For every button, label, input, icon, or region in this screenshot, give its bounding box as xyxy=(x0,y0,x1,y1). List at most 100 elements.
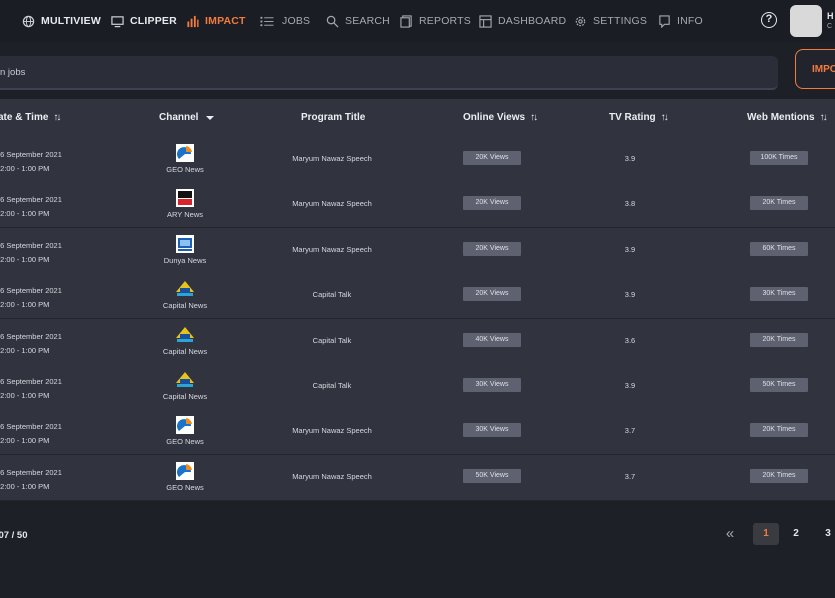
table-row[interactable]: 16 September 2021 12:00 - 1:00 PM Capital … xyxy=(0,273,835,320)
dashboard-icon xyxy=(479,14,492,28)
table-row[interactable]: 16 September 2021 12:00 - 1:00 PM Capital … xyxy=(0,318,835,365)
time-cell: 12:00 - 1:00 PM xyxy=(0,254,50,264)
list-icon xyxy=(260,16,274,26)
header-channel[interactable]: Channel xyxy=(159,99,215,137)
sort-icon[interactable]: ↑↓ xyxy=(820,99,828,137)
channel-name: Dunya News xyxy=(163,255,207,265)
date-cell: 16 September 2021 xyxy=(0,377,62,386)
program-title-cell: Maryum Nawaz Speech xyxy=(292,154,372,163)
channel-name: GEO News xyxy=(166,437,204,447)
table-row[interactable]: 16 September 2021 12:00 - 1:00 PM Dunya Ne… xyxy=(0,227,835,274)
header-label: Channel xyxy=(159,112,199,123)
import-button[interactable]: IMPO xyxy=(795,49,835,89)
nav-clipper[interactable]: CLIPPER xyxy=(111,14,177,28)
mentions-badge: 50K Times xyxy=(750,378,808,392)
date-cell: 16 September 2021 xyxy=(0,240,62,250)
mentions-badge: 30K Times xyxy=(750,287,808,302)
channel-cell: ARY News xyxy=(160,189,210,219)
views-badge: 20K Views xyxy=(463,241,521,256)
nav-info[interactable]: INFO xyxy=(658,14,703,28)
nav-search[interactable]: SEARCH xyxy=(326,14,390,28)
channel-name: ARY News xyxy=(167,210,203,220)
channel-name: GEO News xyxy=(166,165,204,174)
program-title-cell: Maryum Nawaz Speech xyxy=(292,426,372,436)
avatar[interactable] xyxy=(790,5,822,37)
search-icon xyxy=(326,15,339,27)
views-badge: 20K Views xyxy=(463,196,521,211)
nav-label: SETTINGS xyxy=(593,15,648,27)
table-row[interactable]: 16 September 2021 12:00 - 1:00 PM Capital … xyxy=(0,364,835,410)
page-button-2[interactable]: 2 xyxy=(783,523,809,545)
time-cell: 12:00 - 1:00 PM xyxy=(0,164,50,173)
search-input[interactable] xyxy=(0,56,778,88)
header-datetime[interactable]: ate & Time ↑↓ xyxy=(0,99,61,137)
views-badge: 30K Views xyxy=(463,423,521,438)
header-mentions[interactable]: Web Mentions ↑↓ xyxy=(747,99,828,137)
time-cell: 12:00 - 1:00 PM xyxy=(0,391,50,400)
header-label: Web Mentions xyxy=(747,112,815,123)
nav-dashboard[interactable]: DASHBOARD xyxy=(479,14,566,28)
chevron-down-icon[interactable] xyxy=(206,116,215,120)
rating-cell: 3.8 xyxy=(624,199,636,209)
header-views[interactable]: Online Views ↑↓ xyxy=(463,99,538,137)
channel-name: Capital News xyxy=(162,301,208,311)
table-row[interactable]: 16 September 2021 12:00 - 1:00 PM GEO News… xyxy=(0,137,835,183)
page-prev-icon[interactable]: « xyxy=(722,524,738,544)
page-button-3[interactable]: 3 xyxy=(815,523,835,545)
date-cell: 16 September 2021 xyxy=(0,331,62,341)
bar-chart-icon xyxy=(187,15,199,27)
header-label: Program Title xyxy=(301,112,366,123)
table-row[interactable]: 16 September 2021 12:00 - 1:00 PM GEO News… xyxy=(0,409,835,456)
channel-logo xyxy=(160,416,210,435)
sort-icon[interactable]: ↑↓ xyxy=(53,99,61,137)
header-label: Online Views xyxy=(463,112,526,123)
nav-jobs[interactable]: JOBS xyxy=(258,14,310,28)
header-label: ate & Time xyxy=(0,112,49,123)
program-title-cell: Maryum Nawaz Speech xyxy=(292,199,372,209)
channel-cell: Dunya News xyxy=(160,234,210,265)
time-cell: 12:00 - 1:00 PM xyxy=(0,209,50,219)
help-icon[interactable]: ? xyxy=(761,12,777,28)
nav-label: SEARCH xyxy=(345,15,390,27)
showing-count: g 07 / 50 xyxy=(0,530,28,541)
time-cell: 12:00 - 1:00 PM xyxy=(0,481,50,491)
channel-logo xyxy=(160,326,210,344)
channel-logo xyxy=(160,461,210,480)
channel-name: Capital News xyxy=(162,392,208,401)
search-bar xyxy=(0,56,778,90)
monitor-icon xyxy=(111,15,124,27)
sort-icon[interactable]: ↑↓ xyxy=(530,99,538,137)
time-cell: 12:00 - 1:00 PM xyxy=(0,436,50,446)
views-badge: 40K Views xyxy=(463,332,521,347)
mentions-badge: 20K Times xyxy=(750,332,808,347)
mentions-badge: 100K Times xyxy=(750,151,808,165)
nav-impact[interactable]: IMPACT xyxy=(186,14,246,28)
table-row[interactable]: 16 September 2021 12:00 - 1:00 PM ARY News… xyxy=(0,182,835,229)
channel-logo xyxy=(160,144,210,162)
time-cell: 12:00 - 1:00 PM xyxy=(0,300,50,310)
rating-cell: 3.7 xyxy=(624,471,636,481)
date-cell: 16 September 2021 xyxy=(0,467,62,477)
time-cell: 12:00 - 1:00 PM xyxy=(0,345,50,355)
user-role: C xyxy=(827,23,833,30)
nav-multiview[interactable]: MULTIVIEW xyxy=(22,14,101,28)
page-button-1[interactable]: 1 xyxy=(753,523,779,545)
mentions-badge: 60K Times xyxy=(750,241,808,256)
nav-reports[interactable]: REPORTS xyxy=(400,14,471,28)
date-cell: 16 September 2021 xyxy=(0,422,62,432)
rating-cell: 3.9 xyxy=(624,244,636,254)
table-row[interactable]: 16 September 2021 12:00 - 1:00 PM GEO News… xyxy=(0,454,835,501)
program-title-cell: Maryum Nawaz Speech xyxy=(292,244,372,254)
header-rating[interactable]: TV Rating ↑↓ xyxy=(609,99,669,137)
channel-cell: Capital News xyxy=(160,326,210,356)
program-title-cell: Capital Talk xyxy=(312,381,352,390)
mentions-badge: 20K Times xyxy=(750,468,808,483)
sort-icon[interactable]: ↑↓ xyxy=(661,99,669,137)
channel-logo xyxy=(160,371,210,389)
date-cell: 16 September 2021 xyxy=(0,195,62,205)
nav-label: REPORTS xyxy=(419,15,471,27)
header-label: TV Rating xyxy=(609,112,656,123)
channel-cell: GEO News xyxy=(160,144,210,174)
nav-settings[interactable]: SETTINGS xyxy=(574,14,647,28)
rating-cell: 3.9 xyxy=(624,381,636,390)
